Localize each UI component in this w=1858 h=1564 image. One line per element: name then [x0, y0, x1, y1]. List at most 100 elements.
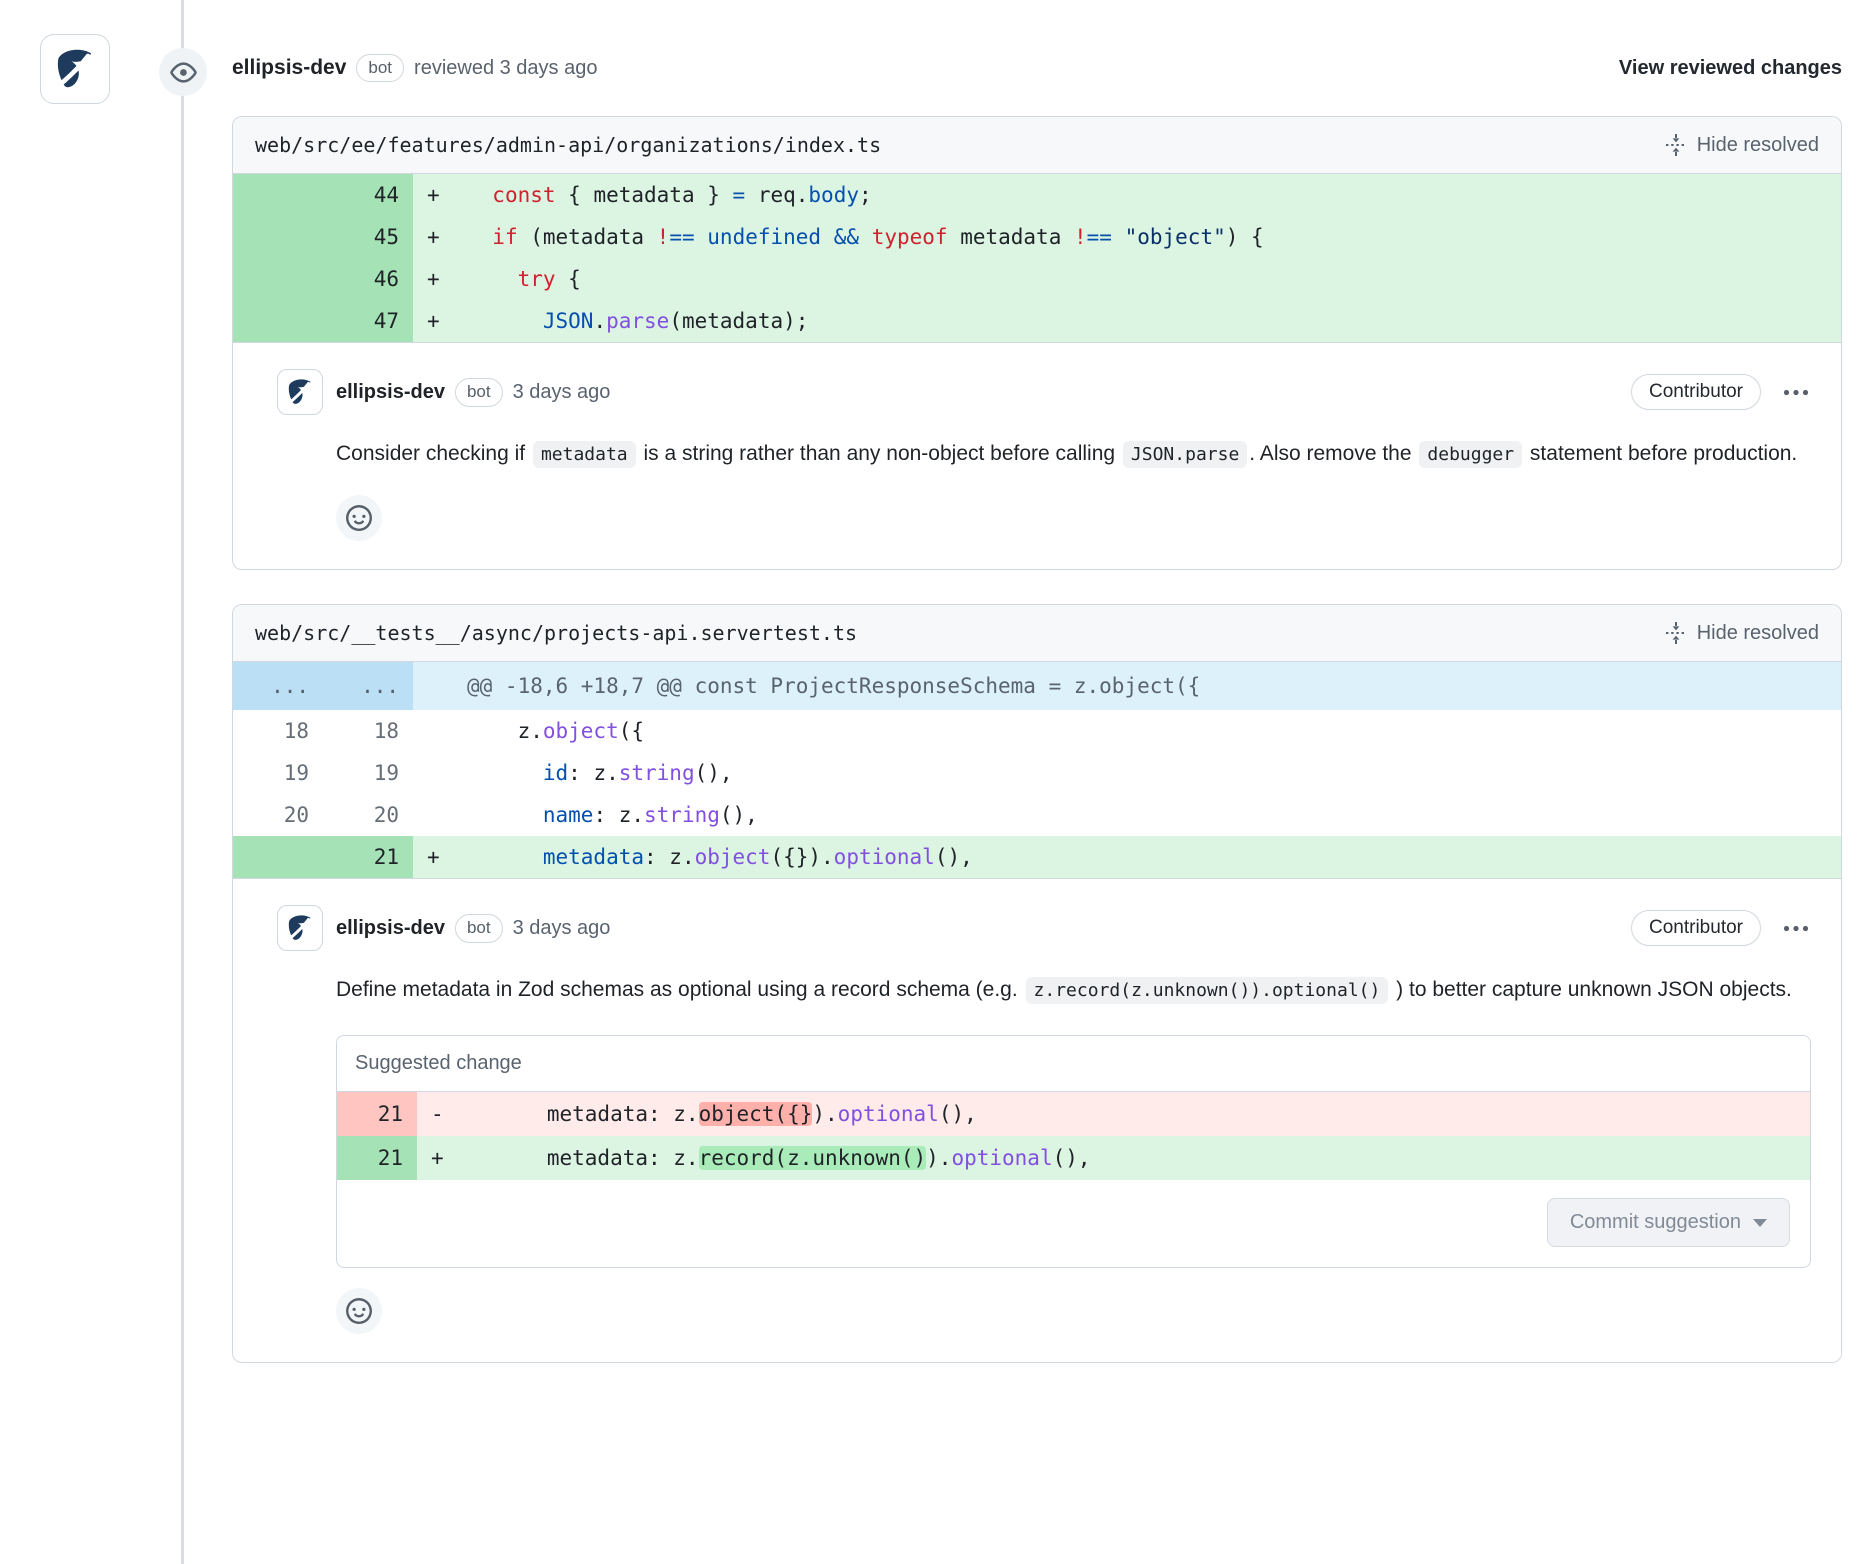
review-header: ellipsis-dev bot reviewed 3 days ago Vie…: [232, 0, 1842, 82]
comment-options-button[interactable]: [1781, 385, 1811, 400]
line-number-old: [233, 216, 323, 258]
diff-sign: [413, 710, 459, 752]
reviewer-name[interactable]: ellipsis-dev: [232, 56, 346, 80]
diff-sign: +: [417, 1136, 463, 1180]
line-number-new: 19: [323, 752, 413, 794]
commit-suggestion-label: Commit suggestion: [1570, 1211, 1741, 1234]
diff-code: if (metadata !== undefined && typeof met…: [459, 216, 1841, 258]
line-number: 21: [337, 1136, 417, 1180]
comment-body: Define metadata in Zod schemas as option…: [336, 969, 1811, 1011]
diff-code: metadata: z.record(z.unknown()).optional…: [463, 1136, 1810, 1180]
diff-row: 44+ const { metadata } = req.body;: [233, 174, 1841, 216]
comment-header: ellipsis-dev bot 3 days ago Contributor: [277, 905, 1811, 951]
diff-row: 1919 id: z.string(),: [233, 752, 1841, 794]
diff-sign: +: [413, 300, 459, 342]
line-number-new: 18: [323, 710, 413, 752]
bot-badge: bot: [356, 54, 404, 82]
diff-code: id: z.string(),: [459, 752, 1841, 794]
fold-icon: [1664, 133, 1688, 157]
file-path-link[interactable]: web/src/ee/features/admin-api/organizati…: [255, 133, 881, 157]
review-comment: ellipsis-dev bot 3 days ago Contributor …: [233, 878, 1841, 1362]
review-thread-card-2: web/src/__tests__/async/projects-api.ser…: [232, 604, 1842, 1363]
diff-row: 21+ metadata: z.object({}).optional(),: [233, 836, 1841, 878]
diff-code: const { metadata } = req.body;: [459, 174, 1841, 216]
diff-code: JSON.parse(metadata);: [459, 300, 1841, 342]
comment-timestamp[interactable]: 3 days ago: [513, 917, 611, 940]
add-reaction-button[interactable]: [336, 495, 382, 541]
commit-suggestion-button[interactable]: Commit suggestion: [1547, 1198, 1790, 1247]
contributor-badge: Contributor: [1631, 374, 1761, 410]
hunk-gutter-new: ...: [323, 662, 413, 710]
diff-block: 44+ const { metadata } = req.body; 45+ i…: [233, 174, 1841, 342]
file-header: web/src/ee/features/admin-api/organizati…: [233, 117, 1841, 174]
diff-sign: [413, 794, 459, 836]
review-timeline: [181, 0, 184, 1564]
bot-badge: bot: [455, 914, 503, 942]
comment-header: ellipsis-dev bot 3 days ago Contributor: [277, 369, 1811, 415]
line-number-old: 18: [233, 710, 323, 752]
ellipsis-logo-icon: [283, 911, 317, 945]
diff-code: metadata: z.object({}).optional(),: [463, 1092, 1810, 1136]
hide-resolved-button[interactable]: Hide resolved: [1664, 133, 1819, 157]
line-number-old: 20: [233, 794, 323, 836]
contributor-badge: Contributor: [1631, 910, 1761, 946]
line-number-old: [233, 300, 323, 342]
diff-sign: [413, 752, 459, 794]
diff-sign: -: [417, 1092, 463, 1136]
line-number-old: [233, 836, 323, 878]
bot-badge: bot: [455, 378, 503, 406]
diff-row: 1818 z.object({: [233, 710, 1841, 752]
comment-options-button[interactable]: [1781, 921, 1811, 936]
review-eye-badge: [159, 48, 207, 96]
line-number-new: 20: [323, 794, 413, 836]
comment-author[interactable]: ellipsis-dev: [336, 917, 445, 940]
review-comment: ellipsis-dev bot 3 days ago Contributor …: [233, 342, 1841, 569]
diff-code: try {: [459, 258, 1841, 300]
diff-row: 2020 name: z.string(),: [233, 794, 1841, 836]
ellipsis-logo-icon: [49, 43, 101, 95]
comment-avatar[interactable]: [277, 369, 323, 415]
diff-row: 47+ JSON.parse(metadata);: [233, 300, 1841, 342]
comment-timestamp[interactable]: 3 days ago: [513, 381, 611, 404]
diff-sign: +: [413, 836, 459, 878]
smiley-icon: [346, 1298, 372, 1324]
eye-icon: [170, 59, 197, 86]
file-path-link[interactable]: web/src/__tests__/async/projects-api.ser…: [255, 621, 857, 645]
hide-resolved-button[interactable]: Hide resolved: [1664, 621, 1819, 645]
suggestion-deletion-row: 21- metadata: z.object({}).optional(),: [337, 1092, 1810, 1136]
diff-code: z.object({: [459, 710, 1841, 752]
smiley-icon: [346, 505, 372, 531]
suggested-change-panel: Suggested change 21- metadata: z.object(…: [336, 1035, 1811, 1268]
file-header: web/src/__tests__/async/projects-api.ser…: [233, 605, 1841, 662]
line-number-new: 21: [323, 836, 413, 878]
hunk-gutter-old: ...: [233, 662, 323, 710]
kebab-icon: [1783, 389, 1809, 396]
hunk-header-row: ...... @@ -18,6 +18,7 @@ const ProjectRes…: [233, 662, 1841, 710]
diff-code: name: z.string(),: [459, 794, 1841, 836]
line-number-old: [233, 258, 323, 300]
reviewer-avatar[interactable]: [40, 34, 110, 104]
review-thread-card-1: web/src/ee/features/admin-api/organizati…: [232, 116, 1842, 570]
diff-sign: +: [413, 216, 459, 258]
add-reaction-button[interactable]: [336, 1288, 382, 1334]
diff-sign: +: [413, 174, 459, 216]
line-number-new: 47: [323, 300, 413, 342]
comment-body: Consider checking if metadata is a strin…: [336, 433, 1811, 475]
diff-block: ...... @@ -18,6 +18,7 @@ const ProjectRes…: [233, 662, 1841, 878]
comment-avatar[interactable]: [277, 905, 323, 951]
fold-icon: [1664, 621, 1688, 645]
hunk-header-text: @@ -18,6 +18,7 @@ const ProjectResponseS…: [459, 662, 1841, 710]
review-action-text[interactable]: reviewed 3 days ago: [414, 57, 597, 80]
line-number: 21: [337, 1092, 417, 1136]
diff-sign: +: [413, 258, 459, 300]
line-number-new: 44: [323, 174, 413, 216]
line-number-old: 19: [233, 752, 323, 794]
hide-resolved-label: Hide resolved: [1697, 622, 1819, 645]
comment-author[interactable]: ellipsis-dev: [336, 381, 445, 404]
diff-code: metadata: z.object({}).optional(),: [459, 836, 1841, 878]
ellipsis-logo-icon: [283, 375, 317, 409]
line-number-new: 46: [323, 258, 413, 300]
view-reviewed-changes-link[interactable]: View reviewed changes: [1619, 57, 1842, 80]
kebab-icon: [1783, 925, 1809, 932]
hide-resolved-label: Hide resolved: [1697, 134, 1819, 157]
